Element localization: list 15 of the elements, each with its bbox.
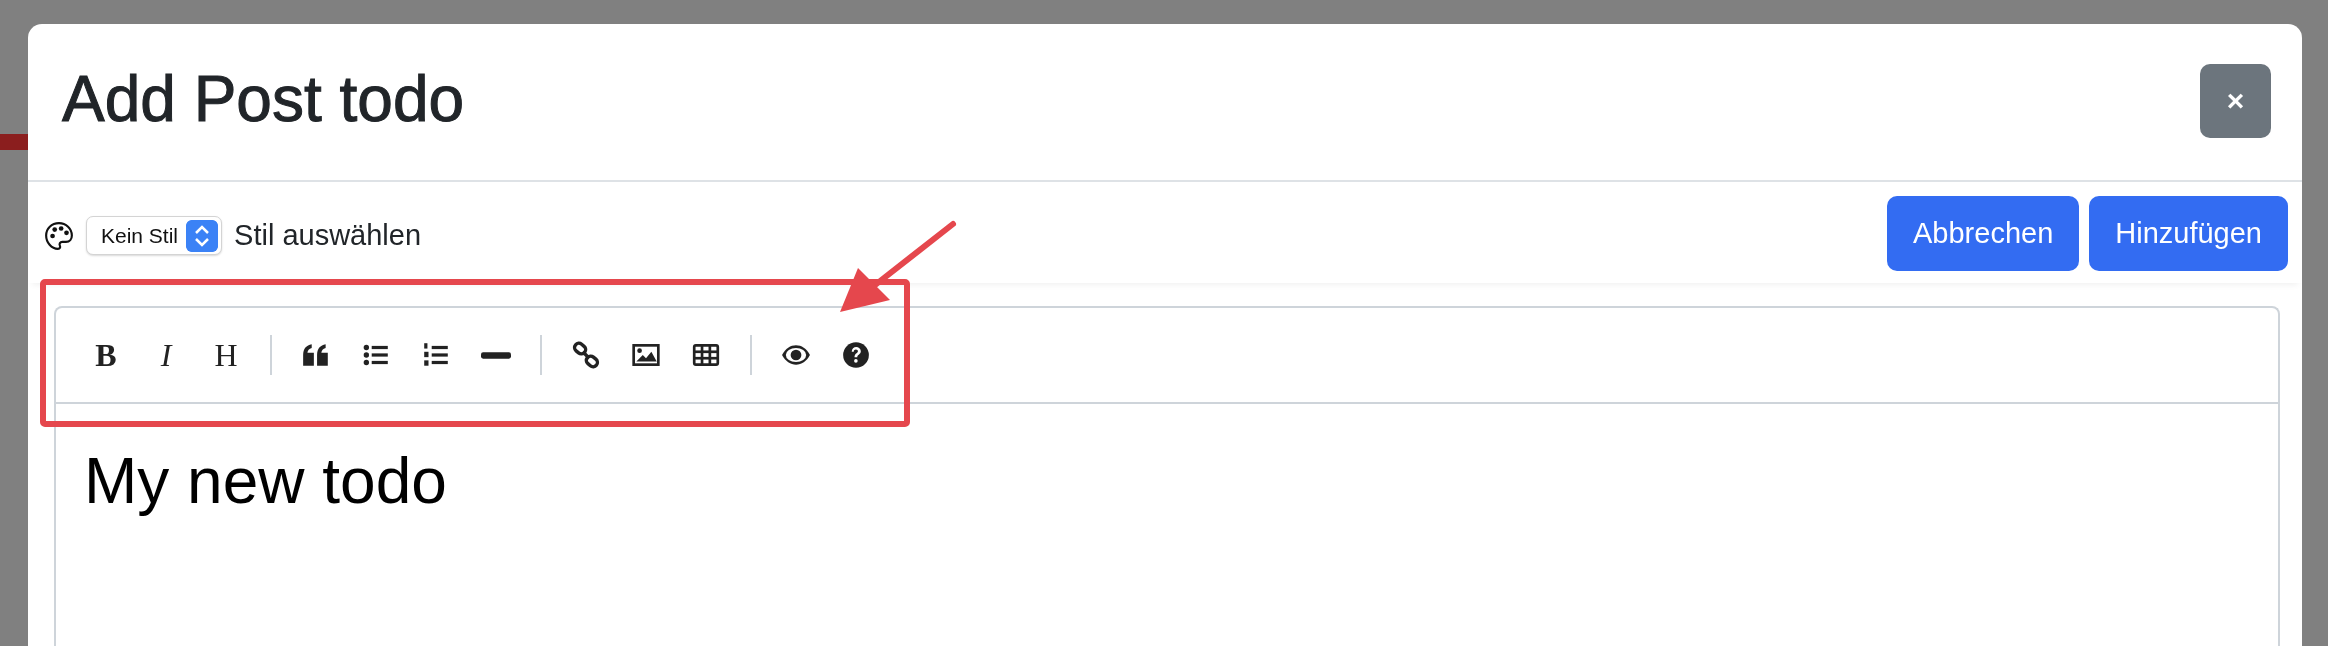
help-icon <box>841 340 871 370</box>
add-button[interactable]: Hinzufügen <box>2089 196 2288 271</box>
style-select[interactable]: Kein Stil <box>86 216 223 255</box>
cancel-button[interactable]: Abbrechen <box>1887 196 2080 271</box>
dialog-title: Add Post todo <box>62 62 465 136</box>
background-bar <box>0 134 28 150</box>
style-label: Stil auswählen <box>234 219 422 252</box>
bold-button[interactable]: B <box>84 333 128 377</box>
chain-link-icon <box>571 340 601 370</box>
editor-text[interactable]: My new todo <box>56 404 2278 558</box>
heading-button[interactable]: H <box>204 333 248 377</box>
close-button[interactable]: × <box>2200 64 2271 138</box>
palette-icon <box>44 220 74 251</box>
italic-button[interactable]: I <box>144 333 188 377</box>
stepper-icon <box>186 219 219 252</box>
